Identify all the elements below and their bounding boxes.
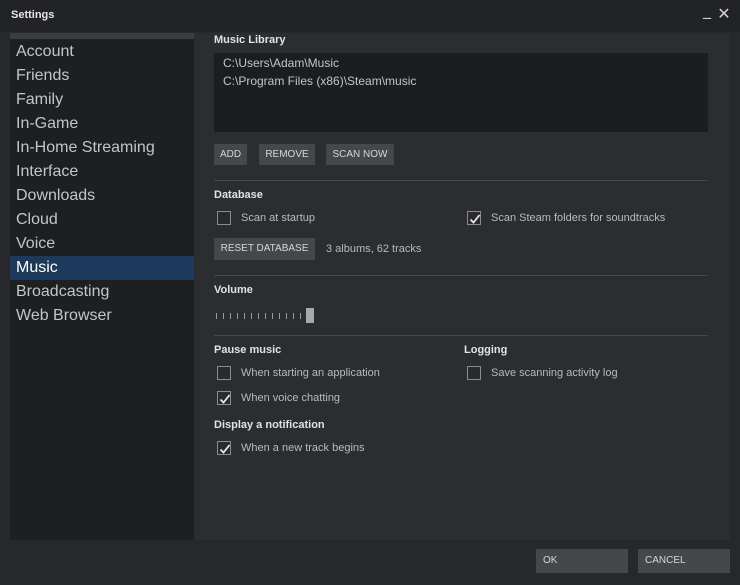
section-divider [214, 180, 708, 181]
notify-new-track-label: When a new track begins [241, 442, 365, 454]
ok-button[interactable]: OK [536, 549, 628, 573]
pause-starting-app-checkbox[interactable] [217, 366, 231, 380]
pause-music-heading: Pause music [214, 344, 282, 356]
music-settings-panel: Music Library C:\Users\Adam\Music C:\Pro… [194, 33, 730, 540]
slider-tick [300, 313, 301, 319]
slider-tick [265, 313, 266, 319]
notify-new-track-checkbox[interactable] [217, 441, 231, 455]
cancel-button[interactable]: CANCEL [638, 549, 730, 573]
sidebar-item-interface[interactable]: Interface [10, 160, 194, 184]
sidebar-item-cloud[interactable]: Cloud [10, 208, 194, 232]
music-library-list[interactable]: C:\Users\Adam\Music C:\Program Files (x8… [214, 53, 708, 132]
pause-starting-app-label: When starting an application [241, 367, 380, 379]
save-scan-log-label: Save scanning activity log [491, 367, 618, 379]
scan-at-startup-label: Scan at startup [241, 212, 315, 224]
sidebar-item-friends[interactable]: Friends [10, 64, 194, 88]
slider-tick [251, 313, 252, 319]
scan-now-button[interactable]: SCAN NOW [326, 144, 394, 165]
scan-steam-folders-checkbox[interactable] [467, 211, 481, 225]
sidebar-item-music[interactable]: Music [10, 256, 194, 280]
section-divider [214, 335, 708, 336]
notification-heading: Display a notification [214, 419, 325, 431]
checkmark-icon [469, 214, 481, 224]
slider-tick [258, 313, 259, 319]
checkmark-icon [219, 444, 231, 454]
sidebar-item-in-game[interactable]: In-Game [10, 112, 194, 136]
pause-voice-chatting-label: When voice chatting [241, 392, 341, 404]
slider-tick [279, 313, 280, 319]
sidebar-item-account[interactable]: Account [10, 40, 194, 64]
save-scan-log-checkbox[interactable] [467, 366, 481, 380]
sidebar-item-in-home-streaming[interactable]: In-Home Streaming [10, 136, 194, 160]
sidebar-item-family[interactable]: Family [10, 88, 194, 112]
add-button[interactable]: ADD [214, 144, 247, 165]
slider-tick [216, 313, 217, 319]
scan-steam-folders-label: Scan Steam folders for soundtracks [491, 212, 666, 224]
volume-heading: Volume [214, 284, 253, 296]
slider-tick [286, 313, 287, 319]
volume-slider-thumb[interactable] [306, 308, 314, 323]
close-icon[interactable]: ✕ [717, 6, 731, 23]
checkmark-icon [219, 394, 231, 404]
pause-voice-chatting-checkbox[interactable] [217, 391, 231, 405]
sidebar-item-web-browser[interactable]: Web Browser [10, 304, 194, 328]
logging-heading: Logging [464, 344, 508, 356]
sidebar-item-voice[interactable]: Voice [10, 232, 194, 256]
remove-button[interactable]: REMOVE [259, 144, 315, 165]
section-divider [214, 275, 708, 276]
slider-tick [223, 313, 224, 319]
volume-slider[interactable] [216, 308, 316, 324]
slider-tick [272, 313, 273, 319]
settings-sidebar: Account Friends Family In-Game In-Home S… [10, 33, 194, 540]
sidebar-item-broadcasting[interactable]: Broadcasting [10, 280, 194, 304]
sidebar-scroll-strip [10, 33, 194, 39]
library-path-item[interactable]: C:\Program Files (x86)\Steam\music [223, 74, 416, 88]
title-bar: Settings _ ✕ [0, 0, 740, 32]
window-title: Settings [11, 9, 55, 21]
slider-tick [230, 313, 231, 319]
database-heading: Database [214, 189, 263, 201]
reset-database-button[interactable]: RESET DATABASE [214, 238, 315, 260]
slider-tick [244, 313, 245, 319]
scan-at-startup-checkbox[interactable] [217, 211, 231, 225]
slider-tick [237, 313, 238, 319]
slider-tick [293, 313, 294, 319]
database-summary: 3 albums, 62 tracks [326, 243, 422, 255]
minimize-icon[interactable]: _ [700, 2, 714, 19]
music-library-heading: Music Library [214, 34, 286, 46]
sidebar-item-downloads[interactable]: Downloads [10, 184, 194, 208]
library-path-item[interactable]: C:\Users\Adam\Music [223, 56, 339, 70]
